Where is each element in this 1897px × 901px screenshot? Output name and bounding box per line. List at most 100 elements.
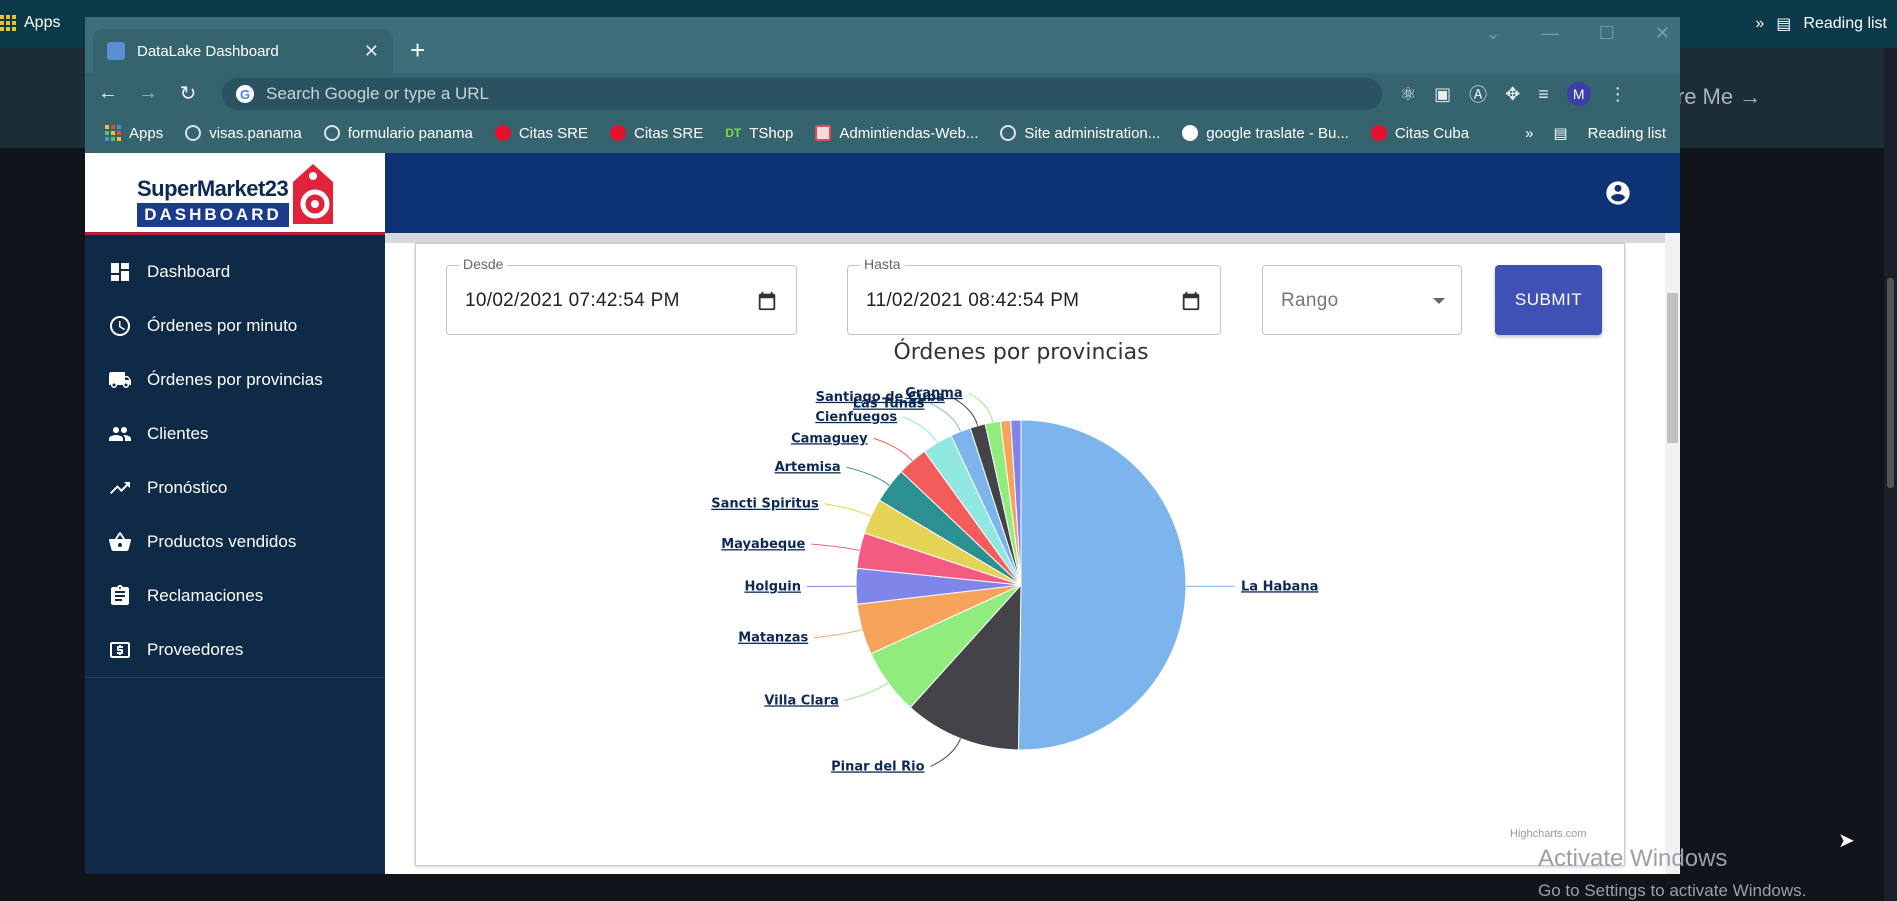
nav-item-reclamaciones[interactable]: Reclamaciones	[85, 569, 385, 623]
bookmarks-bar: Apps visas.panama formulario panama Cita…	[85, 113, 1680, 153]
close-window-button[interactable]: ✕	[1655, 23, 1670, 44]
trending-up-icon	[107, 475, 133, 501]
nav-list: Dashboard Órdenes por minuto Órdenes por…	[85, 245, 385, 678]
nav-item-label: Órdenes por minuto	[147, 316, 298, 335]
translate-extension-icon[interactable]: Ⓐ	[1469, 81, 1487, 107]
bookmark-tshop[interactable]: DT TShop	[725, 125, 793, 142]
page-extension-icon[interactable]: ▣	[1434, 84, 1451, 105]
browser-window: DataLake Dashboard ✕ + ⌄ — ☐ ✕ ← → ↻ G S…	[85, 17, 1680, 874]
nav-item-proveedores[interactable]: Proveedores	[85, 623, 385, 677]
reload-button[interactable]: ↻	[171, 81, 205, 106]
reading-list-button[interactable]: Reading list	[1588, 125, 1666, 142]
window-controls: ⌄ — ☐ ✕	[1486, 23, 1670, 44]
pie-data-label[interactable]: Holguin	[744, 580, 801, 595]
pie-connector-line	[811, 543, 860, 551]
nav-item-ordenes-por-minuto[interactable]: Órdenes por minuto	[85, 299, 385, 353]
background-reading-list[interactable]: Reading list	[1803, 15, 1887, 33]
media-queue-icon[interactable]: ≡	[1538, 84, 1549, 105]
bookmark-label: Site administration...	[1024, 124, 1161, 142]
bookmark-formulario-panama[interactable]: formulario panama	[323, 125, 473, 142]
kebab-menu-icon[interactable]: ⋮	[1609, 84, 1627, 105]
truck-icon	[107, 367, 133, 393]
bookmark-label: Citas SRE	[518, 124, 589, 142]
bookmark-apps[interactable]: Apps	[105, 125, 163, 142]
pie-data-label[interactable]: Sancti Spiritus	[711, 497, 819, 512]
pie-data-label[interactable]: Matanzas	[738, 631, 808, 646]
pie-connector-line	[902, 416, 938, 444]
calendar-icon[interactable]	[756, 290, 778, 312]
logo[interactable]: SuperMarket23 DASHBOARD	[85, 153, 385, 235]
bookmark-google-traslate[interactable]: google traslate - Bu...	[1182, 125, 1349, 142]
logo-title: SuperMarket23	[137, 176, 289, 201]
pie-data-label[interactable]: Granma	[905, 386, 962, 401]
background-apps-shortcut[interactable]: Apps	[0, 14, 60, 32]
maximize-button[interactable]: ☐	[1599, 23, 1615, 44]
pie-data-label[interactable]: La Habana	[1241, 579, 1318, 594]
calendar-icon[interactable]	[1180, 290, 1202, 312]
nav-item-pronostico[interactable]: Pronóstico	[85, 461, 385, 515]
profile-avatar[interactable]: M	[1566, 82, 1591, 106]
price-tag-gear-icon	[293, 164, 333, 224]
bookmark-citas-sre-1[interactable]: Citas SRE	[494, 124, 589, 142]
bookmark-label: Citas Cuba	[1394, 124, 1470, 142]
pie-data-label[interactable]: Mayabeque	[721, 537, 805, 552]
react-devtools-icon[interactable]: ⚛	[1400, 84, 1416, 105]
pie-slice[interactable]	[1017, 419, 1187, 751]
nav-item-productos-vendidos[interactable]: Productos vendidos	[85, 515, 385, 569]
title-bar: DataLake Dashboard ✕ + ⌄ — ☐ ✕	[85, 17, 1680, 73]
background-hire-link[interactable]: ire Me →	[1672, 84, 1761, 110]
tab-search-icon[interactable]: ⌄	[1486, 23, 1501, 44]
minimize-button[interactable]: —	[1541, 23, 1559, 44]
bookmark-citas-sre-2[interactable]: Citas SRE	[610, 125, 703, 142]
nav-item-dashboard[interactable]: Dashboard	[85, 245, 385, 299]
activate-title: Activate Windows	[1538, 845, 1728, 872]
tab-favicon-icon	[107, 42, 125, 60]
dt-icon: DT	[725, 126, 742, 140]
close-tab-icon[interactable]: ✕	[364, 41, 379, 62]
chart-credits[interactable]: Highcharts.com	[1510, 828, 1586, 840]
pie-data-label[interactable]: Artemisa	[775, 460, 841, 475]
pie-connector-line	[873, 437, 913, 462]
nav-item-clientes[interactable]: Clientes	[85, 407, 385, 461]
background-overflow[interactable]: »	[1755, 15, 1764, 33]
dashboard-page: SuperMarket23 DASHBOARD Dashboard Órdene…	[85, 153, 1680, 874]
forward-button[interactable]: →	[131, 82, 165, 105]
red-circle-icon	[494, 125, 511, 141]
hasta-value: 11/02/2021 08:42:54 PM	[866, 290, 1080, 311]
pie-data-label[interactable]: Pinar del Rio	[831, 759, 925, 774]
desde-value: 10/02/2021 07:42:54 PM	[465, 290, 680, 311]
desde-field[interactable]: Desde 10/02/2021 07:42:54 PM	[446, 256, 797, 335]
pie-data-label[interactable]: Cienfuegos	[815, 410, 897, 425]
nav-item-label: Proveedores	[147, 640, 244, 659]
nav-item-label: Pronóstico	[147, 478, 228, 497]
pie-connector-line	[930, 738, 962, 767]
apps-grid-icon	[0, 15, 16, 31]
address-bar[interactable]: G Search Google or type a URL	[222, 78, 1382, 110]
bookmark-citas-cuba[interactable]: Citas Cuba	[1370, 124, 1470, 142]
bookmarks-overflow-button[interactable]: »	[1525, 125, 1533, 142]
rango-select[interactable]: Rango	[1262, 265, 1462, 335]
bookmark-admintiendas[interactable]: Admintiendas-Web...	[815, 125, 978, 142]
puzzle-extensions-icon[interactable]: ✥	[1505, 84, 1520, 105]
pie-data-label[interactable]: Camaguey	[791, 431, 868, 446]
admin-icon	[815, 125, 832, 141]
account-circle-icon[interactable]	[1604, 179, 1632, 207]
nav-item-ordenes-por-provincias[interactable]: Órdenes por provincias	[85, 353, 385, 407]
hasta-field[interactable]: Hasta 11/02/2021 08:42:54 PM	[847, 256, 1221, 335]
background-scrollbar[interactable]	[1884, 48, 1897, 901]
bookmark-visas-panama[interactable]: visas.panama	[185, 125, 302, 142]
activate-windows-watermark: Activate Windows Go to Settings to activ…	[1538, 845, 1806, 901]
basket-icon	[107, 529, 133, 555]
submit-button[interactable]: SUBMIT	[1495, 265, 1602, 335]
rango-placeholder: Rango	[1281, 290, 1339, 311]
clipboard-icon	[107, 583, 133, 609]
sidebar: SuperMarket23 DASHBOARD Dashboard Órdene…	[85, 153, 385, 874]
new-tab-button[interactable]: +	[410, 35, 425, 66]
browser-tab[interactable]: DataLake Dashboard ✕	[93, 29, 393, 73]
nav-item-label: Órdenes por provincias	[147, 370, 323, 389]
back-button[interactable]: ←	[91, 82, 125, 105]
pie-data-label[interactable]: Villa Clara	[764, 693, 838, 708]
content-scrollbar[interactable]	[1665, 233, 1680, 874]
bookmark-site-administration[interactable]: Site administration...	[1000, 125, 1160, 142]
dashboard-icon	[107, 259, 133, 285]
